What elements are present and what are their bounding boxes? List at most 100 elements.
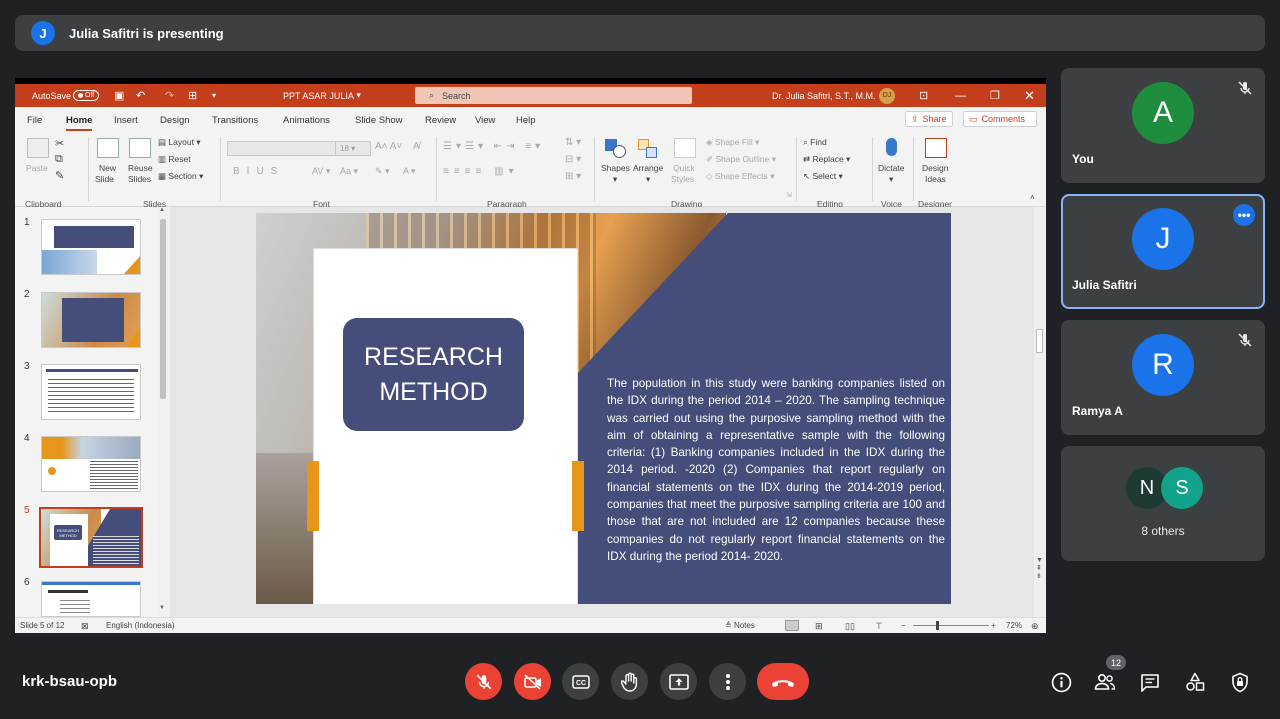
shape-fill-button[interactable]: ◈ Shape Fill ▾ <box>706 137 759 148</box>
participant-tile-julia[interactable]: J Julia Safitri ••• <box>1061 194 1265 309</box>
shape-outline-button[interactable]: ✐ Shape Outline ▾ <box>706 154 776 165</box>
text-direction-icon[interactable]: ⇅ ▾ <box>565 137 581 148</box>
drawing-launcher-icon[interactable]: ⇲ <box>786 191 792 199</box>
dictate-dropdown-icon[interactable]: ▾ <box>889 174 893 185</box>
clear-format-icon[interactable]: A̸ <box>413 141 420 152</box>
accessibility-icon[interactable]: ⊠ <box>81 621 89 632</box>
raise-hand-button[interactable] <box>611 663 648 700</box>
more-options-icon[interactable]: ••• <box>1233 204 1255 226</box>
tab-view[interactable]: View <box>475 115 495 126</box>
char-spacing-icon[interactable]: AV ▾ <box>312 166 330 177</box>
share-button[interactable]: ⇪ Share <box>905 111 953 127</box>
reading-view-icon[interactable]: ▯▯ <box>845 621 855 632</box>
font-color-icon[interactable]: A ▾ <box>403 166 416 177</box>
meeting-details-button[interactable] <box>1050 671 1072 693</box>
normal-view-icon[interactable] <box>785 620 799 631</box>
zoom-in-icon[interactable]: + <box>991 621 996 630</box>
present-from-start-icon[interactable]: ⊞ <box>188 84 197 107</box>
format-painter-icon[interactable]: ✎ <box>55 169 64 182</box>
people-button[interactable] <box>1094 671 1116 693</box>
document-title[interactable]: PPT ASAR JULIA ▾ <box>283 84 361 107</box>
leave-call-button[interactable] <box>757 663 809 700</box>
font-size-input[interactable]: 18 ▾ <box>335 141 371 156</box>
notes-button[interactable]: ≜ Notes <box>725 621 755 630</box>
comments-button[interactable]: ▭ Comments <box>963 111 1037 127</box>
tab-insert[interactable]: Insert <box>114 115 138 126</box>
tab-file[interactable]: File <box>27 115 42 126</box>
replace-button[interactable]: ⇄ Replace ▾ <box>803 154 850 165</box>
copy-icon[interactable]: ⧉ <box>55 153 63 166</box>
minimize-icon[interactable]: — <box>955 84 966 107</box>
find-button[interactable]: ⌕ Find <box>803 137 827 148</box>
captions-button[interactable]: CC <box>562 663 599 700</box>
save-icon[interactable]: ▣ <box>114 84 124 107</box>
slide-thumbnail-4[interactable] <box>41 436 141 492</box>
user-avatar[interactable]: DJ <box>879 87 895 104</box>
arrange-icon[interactable] <box>638 139 660 159</box>
microphone-icon[interactable] <box>886 138 897 156</box>
chat-button[interactable] <box>1139 671 1161 693</box>
microphone-toggle-button[interactable] <box>465 663 502 700</box>
change-case-icon[interactable]: Aa ▾ <box>340 166 358 177</box>
slide-thumbnail-6[interactable] <box>41 581 141 617</box>
redo-icon[interactable]: ↷ <box>165 84 174 107</box>
zoom-slider-thumb[interactable] <box>936 621 939 630</box>
highlight-icon[interactable]: ✎ ▾ <box>375 166 390 177</box>
present-now-button[interactable] <box>660 663 697 700</box>
undo-icon[interactable]: ↶ <box>136 84 145 107</box>
tab-slide-show[interactable]: Slide Show <box>355 115 403 126</box>
collapse-ribbon-icon[interactable]: ˄ <box>1030 193 1035 202</box>
slide-thumbnail-1[interactable] <box>41 219 141 275</box>
tab-transitions[interactable]: Transitions <box>212 115 258 126</box>
more-options-button[interactable] <box>709 663 746 700</box>
tab-review[interactable]: Review <box>425 115 456 126</box>
slide-body-text[interactable]: The population in this study were bankin… <box>607 375 945 565</box>
search-input[interactable]: ⌕ Search <box>415 87 692 104</box>
shapes-icon[interactable] <box>605 139 627 159</box>
tab-design[interactable]: Design <box>160 115 190 126</box>
align-text-icon[interactable]: ⊟ ▾ <box>565 154 581 165</box>
paste-icon[interactable] <box>27 138 49 158</box>
restore-icon[interactable]: ❐ <box>990 84 1000 107</box>
section-button[interactable]: ▦ Section ▾ <box>158 171 203 182</box>
camera-toggle-button[interactable] <box>514 663 551 700</box>
new-slide-icon[interactable] <box>97 138 119 158</box>
layout-button[interactable]: ▤ Layout ▾ <box>158 137 201 148</box>
shape-effects-button[interactable]: ◇ Shape Effects ▾ <box>706 171 774 182</box>
font-grow-icon[interactable]: A˄ A˅ <box>375 141 402 152</box>
smartart-icon[interactable]: ⊞ ▾ <box>565 171 581 182</box>
slide-thumbnail-3[interactable] <box>41 364 141 420</box>
slide-thumbnail-2[interactable] <box>41 292 141 348</box>
zoom-level[interactable]: 72% <box>1006 621 1022 630</box>
ribbon-display-icon[interactable]: ⊡ <box>919 84 928 107</box>
activities-button[interactable] <box>1184 671 1206 693</box>
slide-scrollbar[interactable]: ▼ ⇞ ⇟ <box>1034 207 1046 617</box>
shapes-dropdown-icon[interactable]: ▾ <box>613 174 617 185</box>
host-controls-button[interactable] <box>1229 671 1251 693</box>
slide-sorter-icon[interactable]: ⊞ <box>815 621 823 632</box>
close-icon[interactable]: ✕ <box>1024 84 1035 107</box>
fit-slide-icon[interactable]: ⊕ <box>1031 621 1039 632</box>
align-buttons[interactable]: ≡≡≡≡ ▥▾ <box>443 166 519 177</box>
design-ideas-icon[interactable] <box>925 138 947 158</box>
slide-canvas[interactable]: RESEARCH METHOD The population in this s… <box>256 213 951 604</box>
customize-toolbar-icon[interactable]: ▾ <box>212 84 216 107</box>
slideshow-view-icon[interactable]: ⊤ <box>875 621 883 632</box>
autosave-toggle[interactable]: Off <box>73 90 100 101</box>
tab-animations[interactable]: Animations <box>283 115 330 126</box>
arrange-dropdown-icon[interactable]: ▾ <box>646 174 650 185</box>
font-name-input[interactable] <box>227 141 337 156</box>
quick-styles-icon[interactable] <box>674 138 696 158</box>
font-style-buttons[interactable]: BIUS <box>233 166 284 177</box>
select-button[interactable]: ↖ Select ▾ <box>803 171 843 182</box>
zoom-out-icon[interactable]: − <box>901 621 906 630</box>
participant-tile-others[interactable]: N S 8 others <box>1061 446 1265 561</box>
participant-tile-ramya[interactable]: R Ramya A <box>1061 320 1265 435</box>
zoom-slider[interactable] <box>913 625 989 626</box>
reuse-slides-icon[interactable] <box>129 138 151 158</box>
list-buttons[interactable]: ☰▾☰▾ ⇤⇥ ≡▾ <box>443 141 544 152</box>
language-label[interactable]: English (Indonesia) <box>106 621 174 630</box>
tab-home[interactable]: Home <box>66 115 93 131</box>
thumbnail-scrollbar[interactable]: ▲ ▼ <box>158 207 168 617</box>
participant-tile-you[interactable]: A You <box>1061 68 1265 183</box>
